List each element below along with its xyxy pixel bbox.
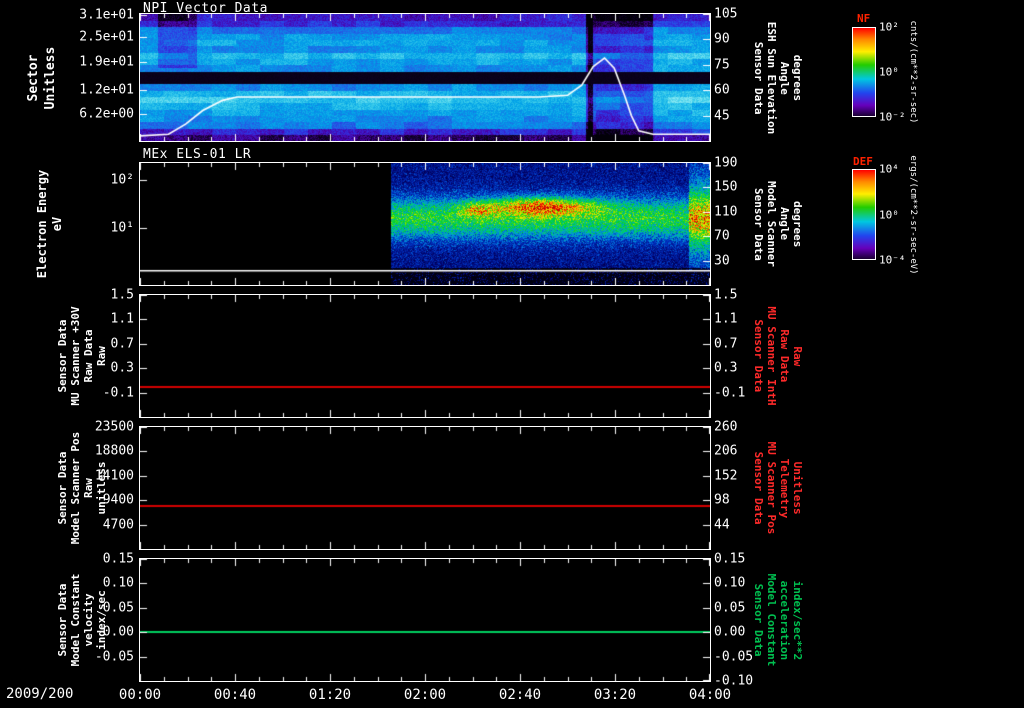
panel1-right-axis-label: Sensor Data ESH Sun Elevation Angle degr… — [752, 21, 804, 135]
y-tick-label-right: -0.1 — [714, 385, 746, 401]
y-tick-label-left: 0.7 — [110, 336, 134, 352]
y-tick-label-right: 60 — [714, 82, 730, 98]
colorbar-tick-label: 10⁰ — [879, 65, 899, 79]
y-tick-label-left: 6.2e+00 — [79, 106, 134, 122]
x-axis-date-label: 2009/200 — [6, 686, 74, 702]
x-tick-label: 02:00 — [403, 687, 447, 703]
x-tick-label: 00:40 — [213, 687, 257, 703]
els-spectrogram-panel — [139, 162, 711, 286]
x-tick-label: 03:20 — [593, 687, 637, 703]
scanner-pos-canvas — [140, 427, 710, 549]
x-tick-label: 02:40 — [498, 687, 542, 703]
scanner-pos-panel — [139, 426, 711, 550]
colorbar-tick-label: 10⁰ — [879, 208, 899, 221]
y-tick-label-right: 110 — [714, 204, 738, 220]
y-tick-label-right: 45 — [714, 108, 730, 124]
panel2-left-axis-label: Electron Energy eV — [35, 169, 64, 279]
y-tick-label-right: 0.3 — [714, 360, 738, 376]
y-tick-label-left: 0.05 — [102, 600, 134, 616]
npi-spectrogram-panel — [139, 13, 711, 142]
y-tick-label-right: 260 — [714, 419, 738, 435]
y-tick-label-right: 0.05 — [714, 600, 746, 616]
y-tick-label-right: 0.10 — [714, 575, 746, 591]
panel4-right-axis-label: Sensor Data MU Scanner Pos Telemetry Uni… — [752, 441, 804, 535]
els-spectrogram-canvas — [140, 163, 710, 285]
x-tick-label: 00:00 — [118, 687, 162, 703]
y-tick-label-right: 190 — [714, 155, 738, 171]
model-constant-velocity-panel — [139, 558, 711, 682]
y-tick-label-left: 1.1 — [110, 311, 134, 327]
y-tick-label-left: -0.05 — [94, 649, 134, 665]
panel2-right-axis-label: Sensor Data Model Scanner Angle degrees — [752, 180, 804, 268]
y-tick-label-left: 3.1e+01 — [79, 7, 134, 23]
y-tick-label-left: 18800 — [94, 443, 134, 459]
panel5-right-axis-label: Sensor Data Model Constant acceleration … — [752, 573, 804, 667]
y-tick-label-left: 0.00 — [102, 624, 134, 640]
x-tick-label: 01:20 — [308, 687, 352, 703]
panel3-left-axis-label: Sensor Data MU Scanner +30V Raw Data Raw — [56, 306, 108, 406]
y-tick-label-left: 0.3 — [110, 360, 134, 376]
y-tick-label-right: 90 — [714, 31, 730, 47]
y-tick-label-right: 30 — [714, 253, 730, 269]
y-tick-label-right: 0.15 — [714, 551, 746, 567]
y-tick-label-right: 1.1 — [714, 311, 738, 327]
y-tick-label-left: 10² — [110, 172, 134, 188]
y-tick-label-right: 0.7 — [714, 336, 738, 352]
y-tick-label-right: 206 — [714, 443, 738, 459]
y-tick-label-left: 2.5e+01 — [79, 29, 134, 45]
y-tick-label-left: 23500 — [94, 419, 134, 435]
colorbar-tick-label: 10⁻² — [879, 110, 906, 124]
colorbar-tick-label: 10² — [879, 20, 899, 34]
panel3-right-axis-label: Sensor Data MU Scanner IntH Raw Data Raw — [752, 306, 804, 406]
colorbar-def — [852, 169, 876, 260]
y-tick-label-right: 98 — [714, 492, 730, 508]
y-tick-label-right: 152 — [714, 468, 738, 484]
colorbar-def-units: ergs/(cm**2-sr-sec-eV) — [908, 155, 918, 275]
y-tick-label-left: 14100 — [94, 468, 134, 484]
y-tick-label-left: -0.1 — [102, 385, 134, 401]
y-tick-label-left: 10¹ — [110, 220, 134, 236]
colorbar-nf — [852, 27, 876, 117]
y-tick-label-right: 105 — [714, 6, 738, 22]
colorbar-tick-label: 10⁻⁴ — [879, 253, 906, 267]
aspera-multi-panel-plot: NPI Vector Data MEx ELS-01 LR Sector Uni… — [0, 0, 1024, 708]
colorbar-nf-units: cnts/(cm**2-sr-sec) — [908, 20, 918, 124]
y-tick-label-left: 1.5 — [110, 287, 134, 303]
colorbar-def-label: DEF — [853, 155, 873, 168]
mu-scanner-30v-panel — [139, 294, 711, 418]
panel1-left-axis-label: Sector Unitless — [26, 46, 58, 110]
y-tick-label-right: 150 — [714, 179, 738, 195]
colorbar-tick-label: 10⁴ — [879, 162, 899, 176]
model-constant-velocity-canvas — [140, 559, 710, 681]
colorbar-nf-label: NF — [857, 12, 871, 25]
x-tick-label: 04:00 — [688, 687, 732, 703]
y-tick-label-right: 1.5 — [714, 287, 738, 303]
y-tick-label-right: -0.05 — [714, 649, 754, 665]
y-tick-label-left: 9400 — [102, 492, 134, 508]
y-tick-label-left: 4700 — [102, 517, 134, 533]
y-tick-label-right: 75 — [714, 57, 730, 73]
y-tick-label-left: 1.2e+01 — [79, 82, 134, 98]
y-tick-label-right: 0.00 — [714, 624, 746, 640]
y-tick-label-right: 44 — [714, 517, 730, 533]
panel2-title: MEx ELS-01 LR — [143, 147, 252, 162]
y-tick-label-left: 1.9e+01 — [79, 54, 134, 70]
y-tick-label-left: 0.15 — [102, 551, 134, 567]
npi-spectrogram-canvas — [140, 14, 710, 141]
mu-scanner-30v-canvas — [140, 295, 710, 417]
y-tick-label-right: 70 — [714, 228, 730, 244]
y-tick-label-left: 0.10 — [102, 575, 134, 591]
